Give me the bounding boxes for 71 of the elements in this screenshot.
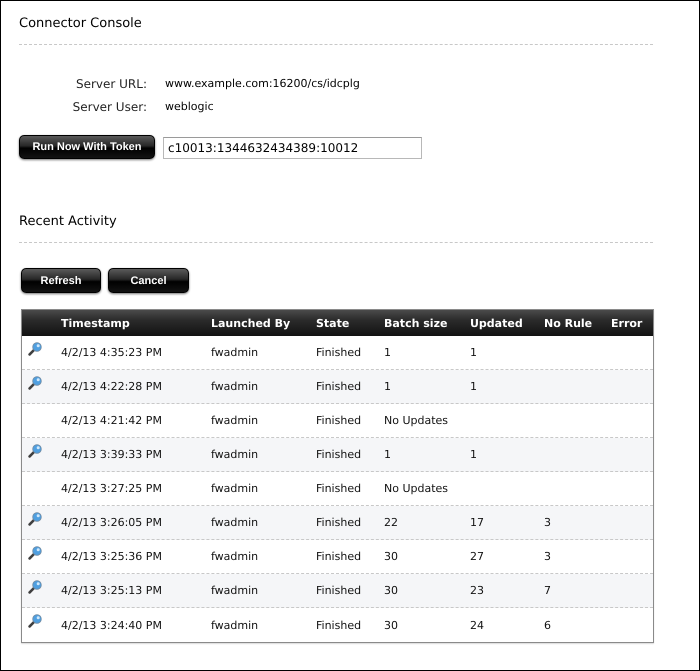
table-cell-text: No Updates [383, 414, 448, 427]
table-cell-text: fwadmin [210, 584, 258, 597]
column-header: Error [610, 316, 644, 330]
table-cell-text: 23 [469, 584, 484, 597]
table-cell-text: 30 [383, 550, 398, 563]
field-value: weblogic [165, 100, 215, 113]
table-cell-text: fwadmin [210, 414, 258, 427]
field-label: Server User: [72, 100, 147, 114]
table-cell-text: fwadmin [210, 448, 258, 461]
table-cell-text: Finished [315, 380, 362, 393]
table-cell-text: Finished [315, 618, 362, 632]
table-cell-text: 22 [383, 516, 398, 529]
table-cell-text: 4/2/13 4:22:28 PM [60, 380, 162, 393]
table-cell-text: Finished [315, 448, 362, 461]
column-header: State [315, 316, 350, 330]
magnifier-icon[interactable] [28, 580, 42, 594]
column-header: Timestamp [60, 316, 131, 330]
table-cell-text: 4/2/13 3:25:13 PM [60, 584, 162, 597]
table-cell-text: fwadmin [210, 346, 258, 359]
magnifier-icon[interactable] [28, 546, 42, 560]
table-cell-text: 3 [543, 550, 551, 563]
column-header: Batch size [383, 316, 448, 330]
magnifier-icon[interactable] [28, 342, 42, 356]
table-cell-text: fwadmin [210, 516, 258, 529]
table-cell-text: 4/2/13 3:24:40 PM [60, 618, 162, 632]
table-cell-text: Finished [315, 414, 362, 427]
table-cell-text: 4/2/13 3:39:33 PM [60, 448, 162, 461]
field-value: www.example.com:16200/cs/idcplg [165, 77, 360, 90]
table-cell-text: No Updates [383, 482, 448, 495]
table-cell-text: 17 [469, 516, 484, 529]
table-cell-text: 4/2/13 4:35:23 PM [60, 346, 162, 359]
table-cell-text: 1 [469, 346, 477, 359]
column-header: Updated [469, 316, 524, 330]
table-cell-text: fwadmin [210, 380, 258, 393]
refresh-button[interactable]: Refresh [21, 268, 101, 293]
magnifier-icon[interactable] [28, 376, 42, 390]
table-cell-text: 1 [469, 448, 477, 461]
table-cell-text: Finished [315, 346, 362, 359]
token-input-field[interactable]: c10013:1344632434389:10012 [163, 137, 422, 159]
table-cell-text: 4/2/13 3:26:05 PM [60, 516, 162, 529]
table-cell-text: Finished [315, 516, 362, 529]
table-cell-text: 24 [469, 618, 484, 632]
magnifier-icon[interactable] [28, 444, 42, 458]
column-header: Launched By [210, 316, 292, 330]
magnifier-icon[interactable] [28, 512, 42, 526]
table-cell-text: 30 [383, 584, 398, 597]
cancel-button[interactable]: Cancel [108, 268, 189, 293]
table-cell-text: 4/2/13 4:21:42 PM [60, 414, 162, 427]
table-cell-text: Finished [315, 584, 362, 597]
table-cell-text: Finished [315, 550, 362, 563]
table-cell-text: 6 [543, 618, 551, 632]
section-title: Recent Activity [19, 213, 117, 231]
table-cell-text: 30 [383, 618, 398, 632]
table-cell-text: 7 [543, 584, 551, 597]
table-cell-text: fwadmin [210, 482, 258, 495]
table-cell-text: 1 [383, 346, 391, 359]
field-label: Server URL: [76, 76, 147, 90]
table-cell-text: 1 [383, 380, 391, 393]
table-cell-text: fwadmin [210, 550, 258, 563]
table-cell-text: 4/2/13 3:27:25 PM [60, 482, 162, 495]
table-cell-text: 27 [469, 550, 484, 563]
page-title: Connector Console [19, 15, 142, 33]
column-header: No Rule [543, 316, 594, 330]
table-cell-text: Finished [315, 482, 362, 495]
run-now-button[interactable]: Run Now With Token [19, 135, 155, 159]
table-cell-text: 4/2/13 3:25:36 PM [60, 550, 162, 563]
table-cell-text: 1 [383, 448, 391, 461]
table-cell-text: 1 [469, 380, 477, 393]
magnifier-icon[interactable] [28, 614, 42, 628]
table-cell-text: 3 [543, 516, 551, 529]
table-cell-text: fwadmin [210, 618, 258, 632]
